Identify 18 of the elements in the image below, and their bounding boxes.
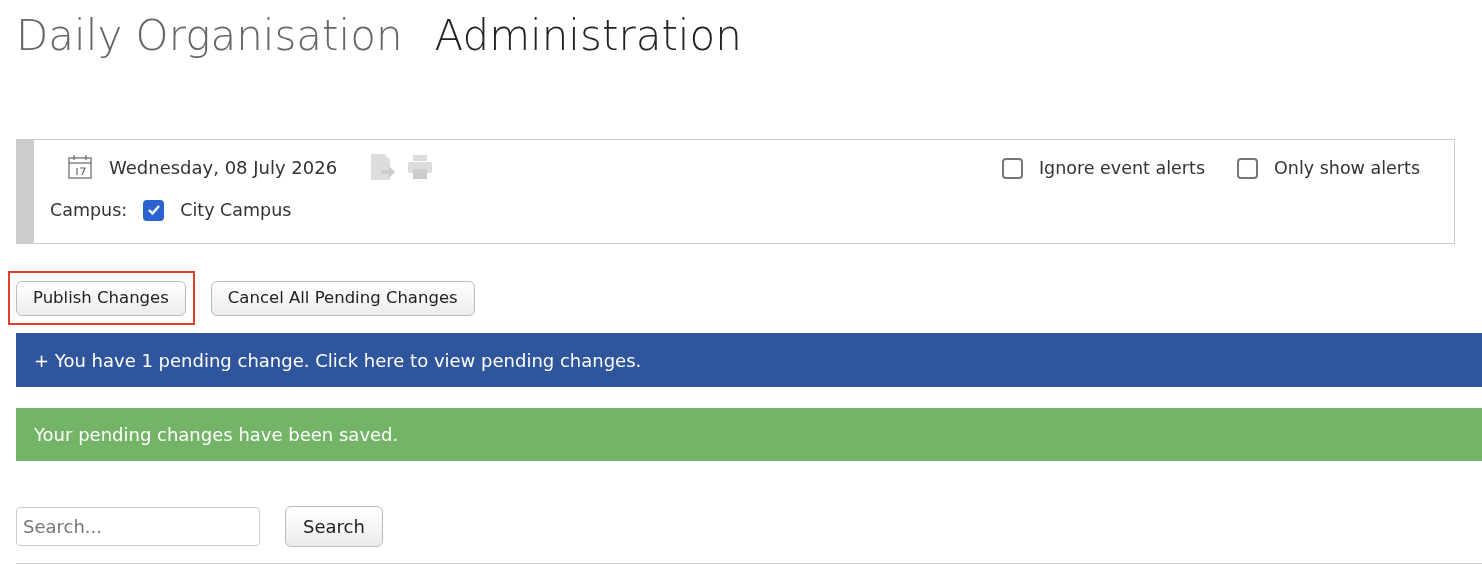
- check-icon: [146, 203, 161, 217]
- calendar-icon: [67, 154, 93, 180]
- action-button[interactable]: Cancel All Pending Changes: [210, 281, 475, 316]
- date-label: Wednesday, 08 July 2026: [109, 155, 338, 180]
- checkbox[interactable]: [1001, 157, 1023, 179]
- option-label: Only show alerts: [1274, 157, 1420, 180]
- search-button[interactable]: Search: [285, 506, 383, 547]
- pending-changes-banner[interactable]: + You have 1 pending change. Click here to view pending changes.: [16, 333, 1482, 387]
- action-button[interactable]: Publish Changes: [16, 281, 186, 316]
- option-label: Ignore event alerts: [1038, 157, 1206, 180]
- success-banner: Your pending changes have been saved.: [16, 408, 1482, 461]
- campus-label: City Campus: [180, 198, 292, 222]
- checkbox[interactable]: [143, 199, 165, 221]
- search-field[interactable]: Search...: [16, 507, 260, 546]
- page-subtitle: Administration: [434, 10, 742, 62]
- page-title: Daily Organisation: [16, 10, 403, 62]
- campus-label: Campus:: [50, 198, 128, 222]
- checkbox[interactable]: [1237, 157, 1259, 179]
